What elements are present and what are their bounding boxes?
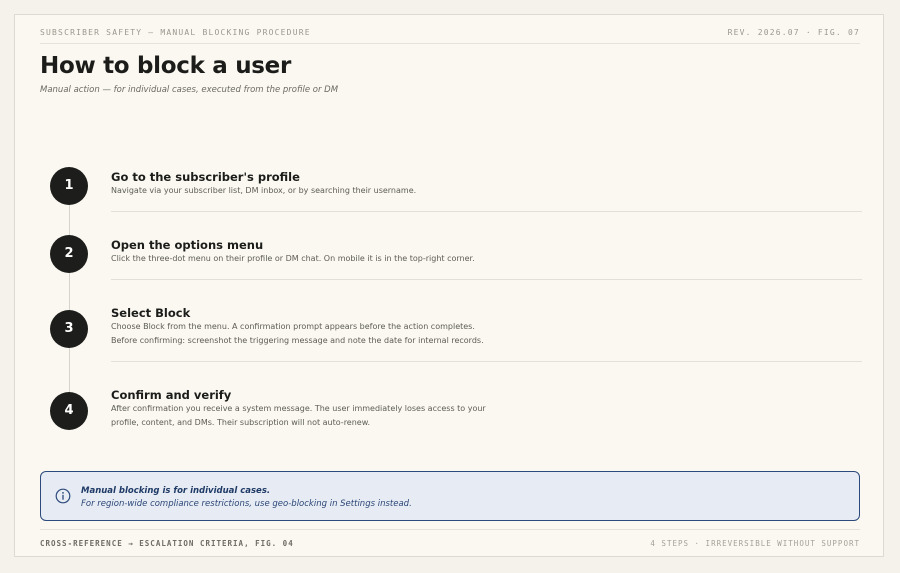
- step-title: Select Block: [111, 306, 191, 320]
- document-header: SUBSCRIBER SAFETY — MANUAL BLOCKING PROC…: [40, 28, 860, 44]
- step-number-badge: 4: [50, 392, 88, 430]
- info-callout: Manual blocking is for individual cases.…: [40, 471, 860, 521]
- footer-cross-reference: CROSS-REFERENCE → ESCALATION CRITERIA, F…: [40, 539, 294, 548]
- callout-heading: Manual blocking is for individual cases.: [81, 486, 271, 496]
- step-title: Confirm and verify: [111, 388, 232, 402]
- step-description-line: profile, content, and DMs. Their subscri…: [111, 418, 371, 427]
- step-divider: [111, 361, 862, 362]
- step-description: Navigate via your subscriber list, DM in…: [111, 184, 531, 198]
- callout-text: For region-wide compliance restrictions,…: [81, 499, 412, 509]
- footer-summary: 4 STEPS · IRREVERSIBLE WITHOUT SUPPORT: [650, 539, 860, 548]
- step-number-badge: 1: [50, 167, 88, 205]
- step-description: Choose Block from the menu. A confirmati…: [111, 320, 531, 348]
- step-description-line: Before confirming: screenshot the trigge…: [111, 336, 484, 345]
- header-revision-label: REV. 2026.07 · FIG. 07: [727, 28, 860, 37]
- step-description-line: Choose Block from the menu. A confirmati…: [111, 322, 475, 331]
- step-description-line: Navigate via your subscriber list, DM in…: [111, 186, 417, 195]
- step-description-line: Click the three-dot menu on their profil…: [111, 254, 475, 263]
- header-section-label: SUBSCRIBER SAFETY — MANUAL BLOCKING PROC…: [40, 28, 311, 37]
- steps-timeline-rail: [69, 190, 70, 425]
- step-title: Open the options menu: [111, 238, 264, 252]
- step-description: After confirmation you receive a system …: [111, 402, 551, 430]
- step-number-badge: 2: [50, 235, 88, 273]
- page-subtitle: Manual action — for individual cases, ex…: [40, 85, 339, 95]
- document-sheet: SUBSCRIBER SAFETY — MANUAL BLOCKING PROC…: [14, 14, 884, 557]
- step-divider: [111, 279, 862, 280]
- footer-divider: [40, 529, 860, 530]
- step-title: Go to the subscriber's profile: [111, 170, 300, 184]
- page-title: How to block a user: [40, 53, 292, 79]
- step-description-line: After confirmation you receive a system …: [111, 404, 486, 413]
- step-number-badge: 3: [50, 310, 88, 348]
- step-divider: [111, 211, 862, 212]
- info-icon: [55, 488, 71, 504]
- step-description: Click the three-dot menu on their profil…: [111, 252, 531, 266]
